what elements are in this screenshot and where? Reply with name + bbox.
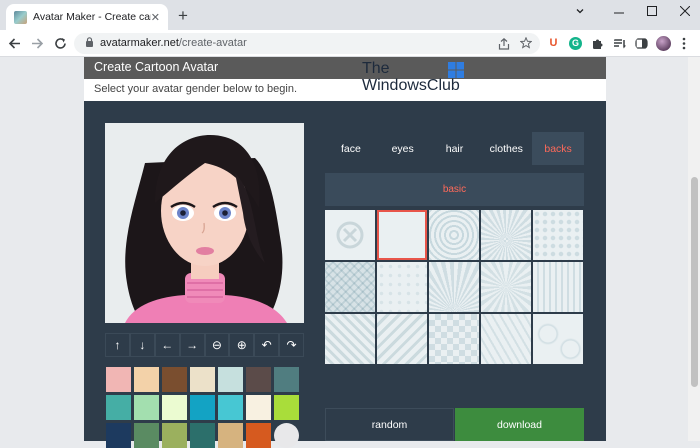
- move-right-button[interactable]: →: [179, 333, 205, 357]
- color-swatch[interactable]: [218, 423, 243, 448]
- avatar-illustration: [125, 135, 287, 323]
- tab-title: Avatar Maker - Create cartoon av: [33, 11, 151, 23]
- back-icon[interactable]: [8, 37, 21, 50]
- pattern-pixel-option[interactable]: [429, 314, 479, 364]
- watermark-logo: The WindowsClub: [362, 60, 464, 94]
- share-icon[interactable]: [498, 38, 510, 50]
- avatar-maker-panel: Create Cartoon Avatar Select your avatar…: [84, 57, 606, 448]
- color-swatch[interactable]: [162, 367, 187, 392]
- pattern-dots-option[interactable]: [377, 262, 427, 312]
- new-tab-button[interactable]: +: [178, 7, 188, 24]
- color-swatch[interactable]: [134, 423, 159, 448]
- random-button[interactable]: random: [325, 408, 454, 441]
- browser-toolbar: avatarmaker.net/create-avatar U G: [0, 30, 700, 57]
- redo-button[interactable]: ↷: [279, 333, 304, 357]
- tab-face[interactable]: face: [325, 132, 377, 165]
- tab-clothes[interactable]: clothes: [480, 132, 532, 165]
- browser-tab[interactable]: Avatar Maker - Create cartoon av ✕: [6, 4, 168, 30]
- watermark-line2: WindowsClub: [362, 77, 460, 94]
- category-tabs: face eyes hair clothes backs: [325, 132, 584, 165]
- gender-instruction: Select your avatar gender below to begin…: [84, 79, 606, 101]
- color-swatch[interactable]: [218, 367, 243, 392]
- color-swatch[interactable]: [274, 367, 299, 392]
- url-domain: avatarmaker.net: [100, 37, 179, 49]
- windows-logo-icon: [448, 62, 464, 78]
- color-swatch[interactable]: [274, 395, 299, 420]
- color-swatch[interactable]: [246, 423, 271, 448]
- color-swatch[interactable]: [134, 395, 159, 420]
- color-swatch[interactable]: [190, 395, 215, 420]
- move-up-button[interactable]: ↑: [105, 333, 130, 357]
- tab-eyes[interactable]: eyes: [377, 132, 429, 165]
- tab-search-icon[interactable]: [574, 5, 586, 17]
- reload-icon[interactable]: [54, 37, 67, 50]
- pattern-circles-option[interactable]: [533, 314, 583, 364]
- pattern-diamonds-option[interactable]: [325, 262, 375, 312]
- bookmark-star-icon[interactable]: [520, 37, 532, 49]
- download-button[interactable]: download: [455, 408, 584, 441]
- url-text: avatarmaker.net/create-avatar: [100, 37, 247, 49]
- color-swatch[interactable]: [106, 395, 131, 420]
- more-menu-icon[interactable]: [679, 37, 689, 50]
- color-swatch[interactable]: [190, 423, 215, 448]
- ublock-extension-icon[interactable]: U: [547, 37, 560, 50]
- color-swatch[interactable]: [274, 423, 299, 448]
- pattern-lines-option[interactable]: [481, 314, 531, 364]
- subcategory-basic[interactable]: basic: [325, 173, 584, 206]
- scrollbar-thumb[interactable]: [691, 177, 698, 387]
- profile-avatar[interactable]: [656, 36, 671, 51]
- no-background-icon: [336, 221, 364, 249]
- zoom-in-button[interactable]: ⊕: [229, 333, 255, 357]
- avatar-controls: ↑ ↓ ← → ⊖ ⊕ ↶ ↷: [105, 333, 304, 357]
- maximize-icon[interactable]: [647, 6, 657, 16]
- pattern-concentric-option[interactable]: [429, 210, 479, 260]
- color-swatch[interactable]: [218, 395, 243, 420]
- pattern-fan-option[interactable]: [429, 262, 479, 312]
- avatar-preview: [105, 123, 304, 323]
- pattern-plain-option[interactable]: [377, 210, 427, 260]
- address-bar[interactable]: avatarmaker.net/create-avatar: [74, 33, 540, 54]
- pattern-hearts-option[interactable]: [533, 210, 583, 260]
- forward-icon[interactable]: [31, 37, 44, 50]
- url-path: /create-avatar: [178, 37, 247, 49]
- pattern-starburst-option[interactable]: [481, 262, 531, 312]
- color-swatch[interactable]: [246, 395, 271, 420]
- pattern-diagonal-stripes-option[interactable]: [325, 314, 375, 364]
- move-left-button[interactable]: ←: [154, 333, 180, 357]
- lock-icon[interactable]: [85, 37, 94, 47]
- undo-button[interactable]: ↶: [254, 333, 280, 357]
- color-swatch[interactable]: [106, 367, 131, 392]
- page-title: Create Cartoon Avatar: [84, 57, 606, 79]
- minimize-icon[interactable]: [614, 8, 624, 18]
- side-panel-icon[interactable]: [635, 37, 648, 50]
- grammarly-extension-icon[interactable]: G: [569, 37, 582, 50]
- color-swatch[interactable]: [134, 367, 159, 392]
- site-favicon-icon: [14, 10, 27, 24]
- pattern-reverse-stripes-option[interactable]: [377, 314, 427, 364]
- close-window-icon[interactable]: [680, 6, 690, 16]
- move-down-button[interactable]: ↓: [129, 333, 155, 357]
- watermark-line1: The: [362, 60, 390, 77]
- reading-list-icon[interactable]: [613, 37, 626, 50]
- zoom-out-button[interactable]: ⊖: [204, 333, 230, 357]
- extensions-puzzle-icon[interactable]: [591, 37, 604, 50]
- close-tab-icon[interactable]: ✕: [151, 11, 160, 24]
- color-swatch[interactable]: [246, 367, 271, 392]
- color-swatch[interactable]: [106, 423, 131, 448]
- pattern-rays-option[interactable]: [481, 210, 531, 260]
- page-scrollbar[interactable]: [688, 57, 700, 441]
- tab-backs[interactable]: backs: [532, 132, 584, 165]
- pattern-vertical-stripes-option[interactable]: [533, 262, 583, 312]
- tab-bar: Avatar Maker - Create cartoon av ✕ +: [0, 0, 700, 30]
- pattern-none-option[interactable]: [325, 210, 375, 260]
- color-swatch[interactable]: [162, 423, 187, 448]
- color-swatch[interactable]: [190, 367, 215, 392]
- color-swatch[interactable]: [162, 395, 187, 420]
- tab-hair[interactable]: hair: [429, 132, 481, 165]
